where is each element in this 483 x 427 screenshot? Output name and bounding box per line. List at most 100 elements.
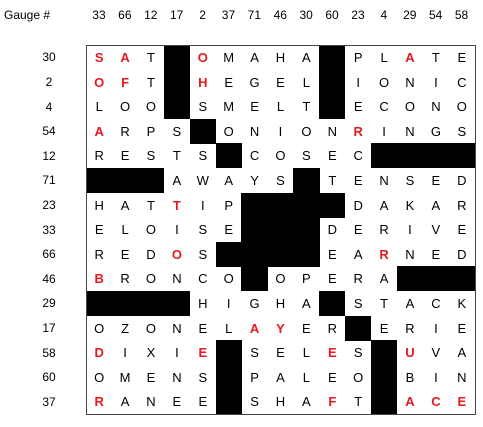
grid-cell[interactable]: L <box>371 45 397 70</box>
grid-cell[interactable]: N <box>164 365 190 390</box>
grid-cell[interactable]: F <box>319 389 345 414</box>
grid-cell[interactable]: O <box>216 119 242 144</box>
grid-cell[interactable]: G <box>423 119 449 144</box>
grid-cell[interactable]: R <box>112 119 138 144</box>
grid-cell[interactable]: M <box>216 45 242 70</box>
grid-cell[interactable]: A <box>112 389 138 414</box>
grid-cell[interactable]: E <box>86 217 112 242</box>
grid-cell[interactable]: P <box>293 266 319 291</box>
grid-cell[interactable]: N <box>319 119 345 144</box>
grid-cell[interactable]: A <box>423 193 449 218</box>
grid-cell[interactable]: I <box>423 316 449 341</box>
grid-cell[interactable]: S <box>190 242 216 267</box>
grid-cell[interactable]: E <box>423 168 449 193</box>
grid-cell[interactable]: A <box>397 45 423 70</box>
grid-cell[interactable]: O <box>449 94 475 119</box>
grid-cell[interactable]: C <box>423 291 449 316</box>
grid-cell[interactable]: L <box>86 94 112 119</box>
grid-cell[interactable]: S <box>86 45 112 70</box>
grid-cell[interactable]: D <box>86 340 112 365</box>
grid-cell[interactable]: O <box>190 45 216 70</box>
grid-cell[interactable]: M <box>112 365 138 390</box>
grid-cell[interactable]: S <box>397 168 423 193</box>
grid-cell[interactable]: A <box>241 316 267 341</box>
grid-cell[interactable]: P <box>216 193 242 218</box>
grid-cell[interactable]: R <box>319 316 345 341</box>
grid-cell[interactable]: A <box>449 340 475 365</box>
grid-cell[interactable]: N <box>449 365 475 390</box>
grid-cell[interactable]: R <box>371 217 397 242</box>
grid-cell[interactable]: N <box>423 94 449 119</box>
grid-cell[interactable]: E <box>319 340 345 365</box>
grid-cell[interactable]: G <box>241 291 267 316</box>
grid-cell[interactable]: E <box>345 217 371 242</box>
grid-cell[interactable]: O <box>267 143 293 168</box>
grid-cell[interactable]: P <box>241 365 267 390</box>
grid-cell[interactable]: D <box>345 193 371 218</box>
grid-cell[interactable]: A <box>86 119 112 144</box>
grid-cell[interactable]: S <box>164 119 190 144</box>
grid-cell[interactable]: R <box>345 119 371 144</box>
grid-cell[interactable]: E <box>449 217 475 242</box>
grid-cell[interactable]: H <box>267 389 293 414</box>
grid-cell[interactable]: I <box>267 119 293 144</box>
grid-cell[interactable]: R <box>112 266 138 291</box>
grid-cell[interactable]: O <box>345 365 371 390</box>
grid-cell[interactable]: A <box>293 291 319 316</box>
grid-cell[interactable]: I <box>423 365 449 390</box>
grid-cell[interactable]: G <box>241 70 267 95</box>
grid-cell[interactable]: A <box>216 168 242 193</box>
grid-cell[interactable]: H <box>190 291 216 316</box>
grid-cell[interactable]: E <box>216 217 242 242</box>
grid-cell[interactable]: B <box>86 266 112 291</box>
grid-cell[interactable]: L <box>293 70 319 95</box>
grid-cell[interactable]: O <box>397 94 423 119</box>
grid-cell[interactable]: C <box>345 143 371 168</box>
grid-cell[interactable]: Z <box>112 316 138 341</box>
grid-cell[interactable]: O <box>86 70 112 95</box>
grid-cell[interactable]: K <box>449 291 475 316</box>
grid-cell[interactable]: T <box>371 291 397 316</box>
grid-cell[interactable]: L <box>216 316 242 341</box>
grid-cell[interactable]: L <box>293 340 319 365</box>
grid-cell[interactable]: R <box>86 389 112 414</box>
grid-cell[interactable]: D <box>138 242 164 267</box>
grid-cell[interactable]: E <box>241 94 267 119</box>
grid-cell[interactable]: V <box>423 340 449 365</box>
grid-cell[interactable]: E <box>345 168 371 193</box>
grid-cell[interactable]: T <box>164 193 190 218</box>
grid-cell[interactable]: R <box>371 242 397 267</box>
grid-cell[interactable]: A <box>293 389 319 414</box>
grid-cell[interactable]: C <box>423 389 449 414</box>
grid-cell[interactable]: T <box>138 70 164 95</box>
grid-cell[interactable]: E <box>267 70 293 95</box>
grid-cell[interactable]: E <box>371 316 397 341</box>
grid-cell[interactable]: L <box>112 217 138 242</box>
grid-cell[interactable]: E <box>319 242 345 267</box>
grid-cell[interactable]: E <box>138 365 164 390</box>
grid-cell[interactable]: E <box>423 242 449 267</box>
grid-cell[interactable]: I <box>112 340 138 365</box>
grid-cell[interactable]: F <box>112 70 138 95</box>
grid-cell[interactable]: A <box>267 365 293 390</box>
grid-cell[interactable]: S <box>190 365 216 390</box>
grid-cell[interactable]: E <box>112 242 138 267</box>
grid-cell[interactable]: N <box>397 70 423 95</box>
grid-cell[interactable]: P <box>345 45 371 70</box>
grid-cell[interactable]: H <box>86 193 112 218</box>
grid-cell[interactable]: P <box>138 119 164 144</box>
grid-cell[interactable]: L <box>267 94 293 119</box>
grid-cell[interactable]: E <box>190 340 216 365</box>
grid-cell[interactable]: H <box>190 70 216 95</box>
grid-cell[interactable]: T <box>293 94 319 119</box>
grid-cell[interactable]: S <box>345 340 371 365</box>
grid-cell[interactable]: E <box>164 389 190 414</box>
grid-cell[interactable]: S <box>190 94 216 119</box>
grid-cell[interactable]: T <box>164 143 190 168</box>
grid-cell[interactable]: L <box>293 365 319 390</box>
grid-cell[interactable]: M <box>216 94 242 119</box>
grid-cell[interactable]: R <box>397 316 423 341</box>
grid-cell[interactable]: I <box>423 70 449 95</box>
grid-cell[interactable]: R <box>345 266 371 291</box>
grid-cell[interactable]: I <box>164 340 190 365</box>
